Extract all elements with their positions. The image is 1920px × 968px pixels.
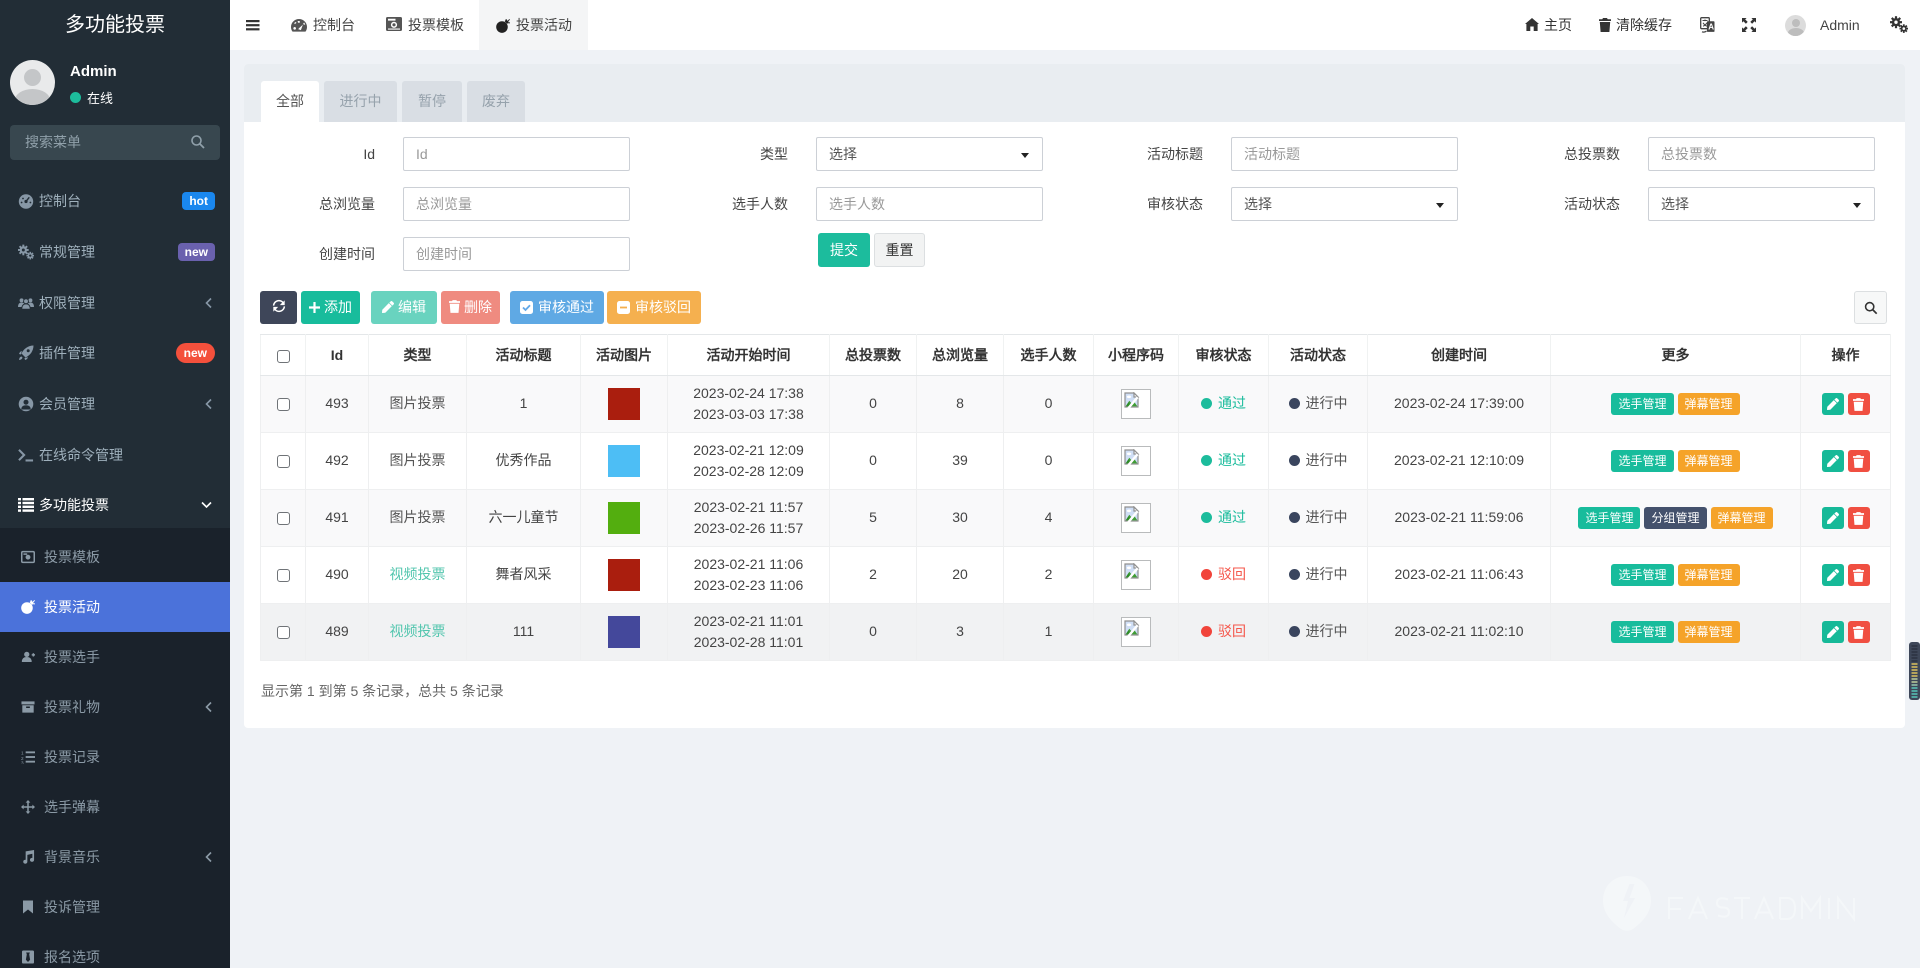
svg-text:A: A [1708, 23, 1714, 32]
svg-text:3: 3 [21, 760, 24, 764]
